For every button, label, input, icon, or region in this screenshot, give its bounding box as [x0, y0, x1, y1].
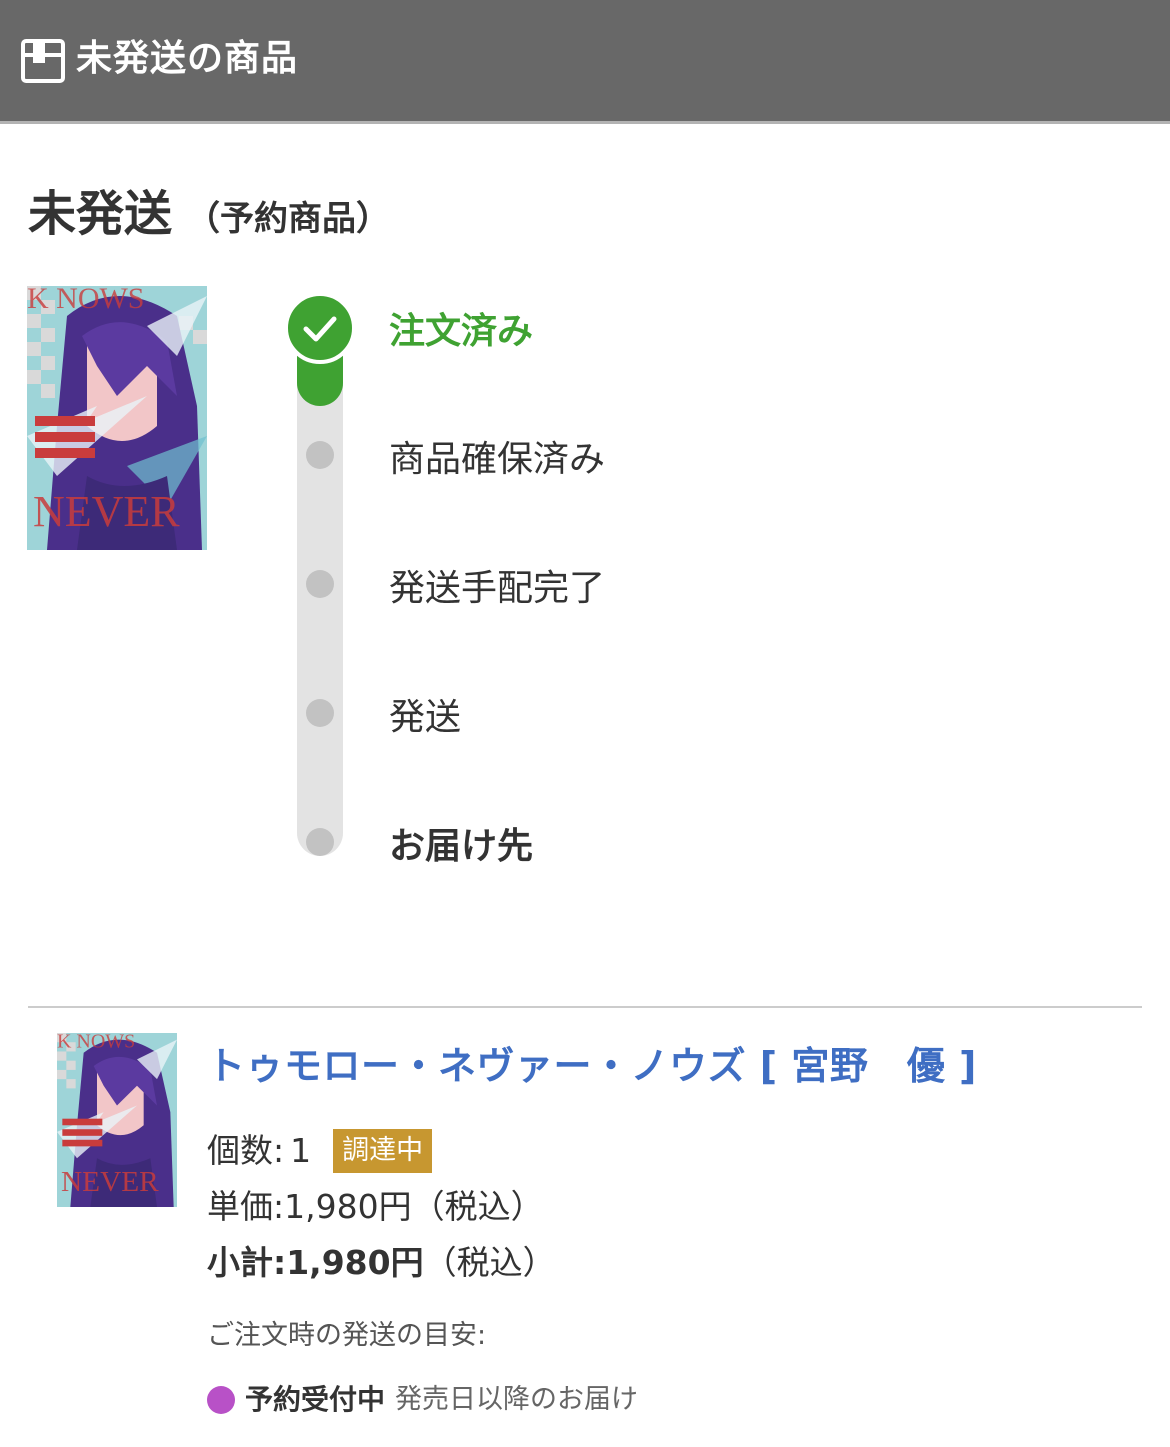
step-label-reserved: 商品確保済み: [389, 439, 606, 480]
subtotal-tax-note: （税込）: [423, 1243, 556, 1282]
svg-text:K NOWS: K NOWS: [57, 1033, 135, 1052]
quantity-row: 個数: 1 調達中: [207, 1128, 433, 1174]
step-complete-check-icon: [284, 292, 356, 364]
step-label-ordered: 注文済み: [389, 311, 534, 352]
section-divider: [28, 1006, 1142, 1008]
subtotal-value: 1,980円: [286, 1243, 424, 1282]
unit-price-label: 単価:: [207, 1187, 285, 1226]
section-title: 未発送 （予約商品）: [28, 186, 390, 253]
unit-price-line: 単価:1,980円（税込）: [207, 1184, 544, 1230]
status-name: 予約受付中: [245, 1383, 386, 1416]
unit-price-value: 1,980円: [284, 1187, 412, 1226]
svg-text:NEVER: NEVER: [33, 487, 180, 536]
shipping-status-row: 予約受付中 発売日以降のお届け: [207, 1378, 638, 1422]
subtotal-label: 小計:: [207, 1243, 287, 1282]
section-title-main: 未発送: [28, 186, 173, 242]
section-title-sub: （予約商品）: [186, 199, 391, 239]
book-cover-image[interactable]: NEVER K NOWS: [27, 286, 207, 550]
shipping-estimate-heading: ご注文時の発送の目安:: [207, 1320, 487, 1351]
package-box-icon: [20, 38, 66, 84]
product-title-link[interactable]: トゥモロー・ネヴァー・ノウズ [ 宮野 優 ]: [207, 1042, 977, 1090]
top-header-bar: 未発送の商品: [0, 0, 1170, 124]
status-note: 発売日以降のお届け: [395, 1384, 639, 1415]
step-dot-5: [306, 828, 334, 856]
step-label-arranged: 発送手配完了: [389, 568, 606, 609]
step-label-shipped: 発送: [389, 697, 462, 738]
quantity-label: 個数:: [207, 1131, 285, 1170]
svg-text:K NOWS: K NOWS: [27, 286, 145, 315]
status-dot-icon: [207, 1386, 235, 1414]
header-title: 未発送の商品: [76, 38, 299, 79]
unit-price-tax-note: （税込）: [411, 1187, 544, 1226]
step-dot-2: [306, 441, 334, 469]
step-label-delivery-address[interactable]: お届け先: [389, 825, 533, 869]
quantity-value: 1: [290, 1131, 312, 1170]
svg-text:NEVER: NEVER: [61, 1166, 159, 1198]
product-thumbnail[interactable]: NEVER K NOWS: [57, 1033, 177, 1207]
procurement-status-badge: 調達中: [333, 1129, 433, 1173]
step-dot-3: [306, 570, 334, 598]
subtotal-line: 小計:1,980円（税込）: [207, 1240, 556, 1286]
step-dot-4: [306, 699, 334, 727]
progress-track: [297, 350, 343, 856]
